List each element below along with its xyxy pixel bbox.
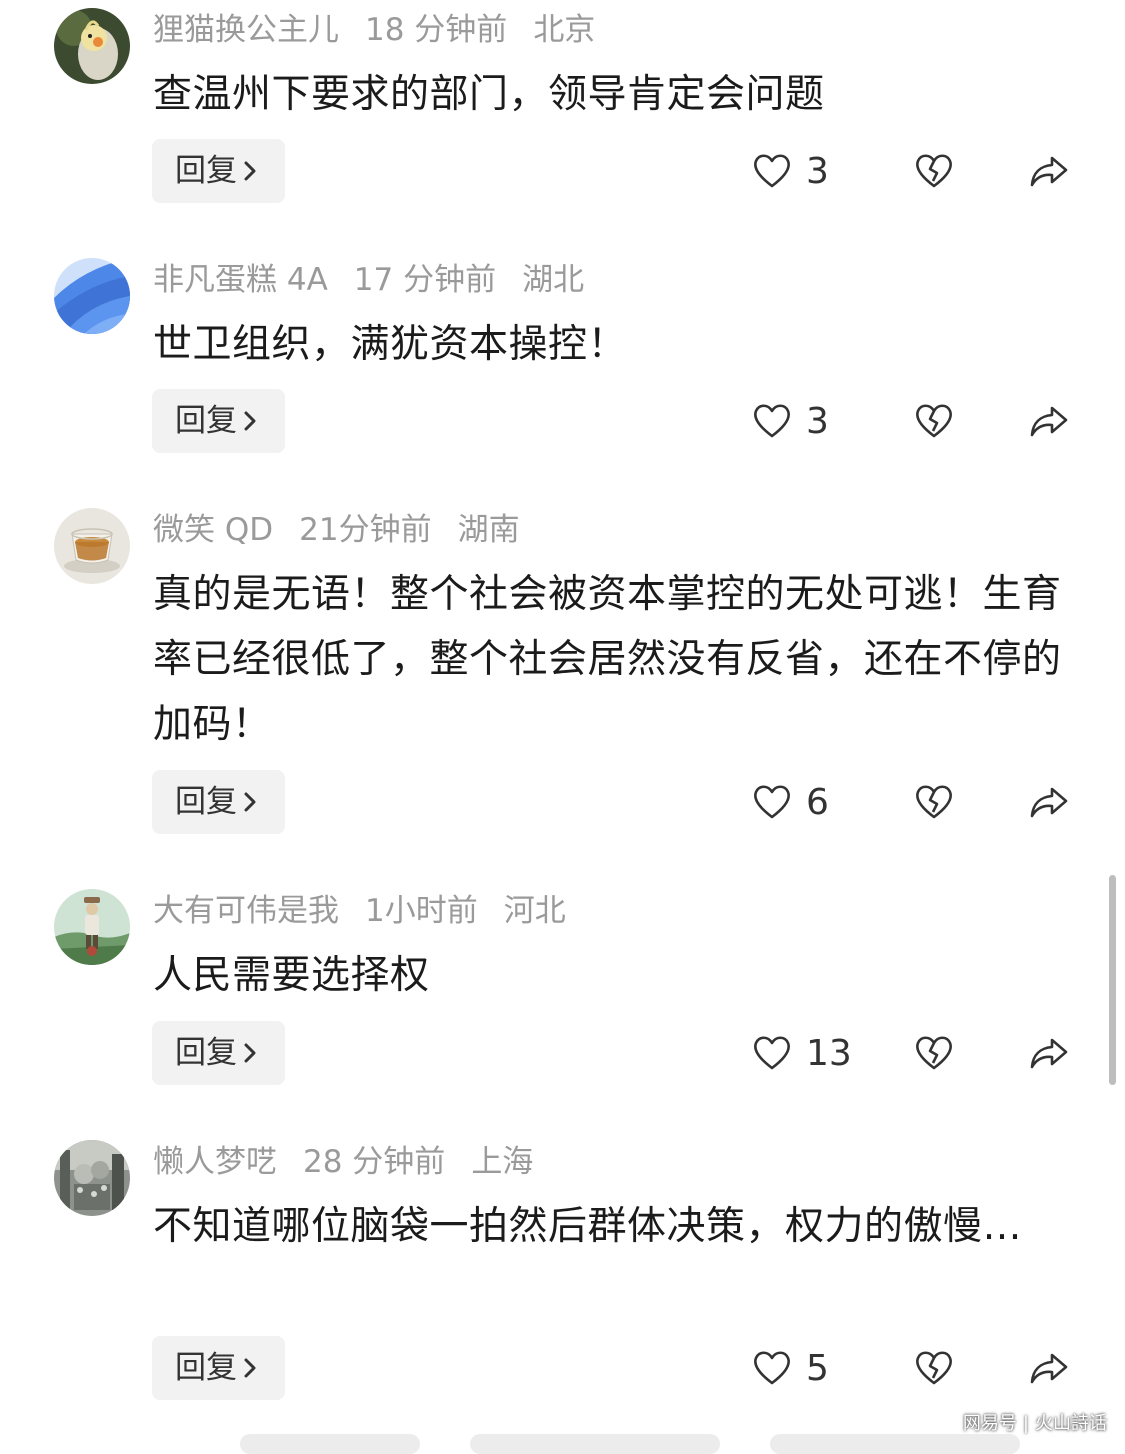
username[interactable]: 狸猫换公主儿 — [153, 12, 339, 48]
broken-heart-icon — [916, 404, 952, 438]
heart-outline-icon — [754, 1036, 790, 1070]
reply-label: 回复 — [175, 784, 237, 820]
heart-outline-icon — [754, 785, 790, 819]
comment-text: 人民需要选择权 — [153, 953, 430, 998]
comment-item: 懒人梦呓 28 分钟前 上海 不知道哪位脑袋一拍然后群体决策，权力的傲慢… 回复 5 — [0, 1132, 1125, 1432]
location: 上海 — [471, 1144, 534, 1180]
reply-button[interactable]: 回复 — [152, 389, 285, 453]
dislike-button[interactable] — [914, 770, 954, 834]
reply-button[interactable]: 回复 — [152, 770, 285, 834]
like-count: 3 — [806, 150, 829, 192]
share-arrow-icon — [1030, 1353, 1068, 1384]
chevron-right-icon — [244, 1358, 256, 1377]
comment-item: 微笑 QD 21分钟前 湖南 真的是无语！整个社会被资本掌控的无处可逃！生育率已经很… — [0, 500, 1125, 860]
location: 河北 — [503, 893, 566, 929]
timestamp: 17 分钟前 — [353, 262, 497, 298]
like-button[interactable]: 6 — [752, 770, 829, 834]
share-arrow-icon — [1030, 1038, 1068, 1069]
comment-text: 查温州下要求的部门，领导肯定会问题 — [153, 72, 825, 117]
bird-avatar-icon — [54, 8, 130, 84]
reply-button[interactable]: 回复 — [152, 1021, 285, 1085]
bottom-chip-row — [0, 1434, 1125, 1454]
share-arrow-icon — [1030, 787, 1068, 818]
chevron-right-icon — [244, 161, 256, 180]
heart-outline-icon — [754, 404, 790, 438]
share-button[interactable] — [1028, 770, 1070, 834]
username[interactable]: 懒人梦呓 — [153, 1144, 277, 1180]
comment-text: 真的是无语！整个社会被资本掌控的无处可逃！生育率已经很低了，整个社会居然没有反省… — [153, 572, 1062, 747]
like-count: 3 — [806, 400, 829, 442]
username[interactable]: 大有可伟是我 — [153, 893, 339, 929]
timestamp: 21分钟前 — [299, 512, 432, 548]
like-button[interactable]: 13 — [752, 1021, 852, 1085]
reply-label: 回复 — [175, 153, 237, 189]
dislike-button[interactable] — [914, 1021, 954, 1085]
chevron-right-icon — [244, 411, 256, 430]
comment-item: 狸猫换公主儿 18 分钟前 北京 查温州下要求的部门，领导肯定会问题 回复 3 — [0, 0, 1125, 230]
share-arrow-icon — [1030, 406, 1068, 437]
like-button[interactable]: 3 — [752, 139, 829, 203]
watermark-separator: | — [1022, 1413, 1029, 1434]
share-button[interactable] — [1028, 1021, 1070, 1085]
share-arrow-icon — [1030, 156, 1068, 187]
reply-button[interactable]: 回复 — [152, 1336, 285, 1400]
tea-cup-avatar-icon — [54, 508, 130, 584]
avatar[interactable] — [54, 889, 130, 965]
comment-item: 非凡蛋糕 4A 17 分钟前 湖北 世卫组织，满犹资本操控！ 回复 3 — [0, 250, 1125, 480]
location: 湖北 — [522, 262, 585, 298]
location: 湖南 — [457, 512, 520, 548]
share-button[interactable] — [1028, 1336, 1070, 1400]
comment-meta: 非凡蛋糕 4A 17 分钟前 湖北 — [153, 258, 610, 302]
heart-outline-icon — [754, 154, 790, 188]
avatar[interactable] — [54, 258, 130, 334]
location: 北京 — [533, 12, 596, 48]
bottom-chip[interactable] — [470, 1434, 720, 1454]
broken-heart-icon — [916, 154, 952, 188]
bottom-chip[interactable] — [240, 1434, 420, 1454]
timestamp: 18 分钟前 — [365, 12, 508, 48]
person-garden-avatar-icon — [54, 889, 130, 965]
street-photo-avatar-icon — [54, 1140, 130, 1216]
bottom-chip[interactable] — [770, 1434, 1020, 1454]
like-count: 5 — [806, 1347, 829, 1389]
broken-heart-icon — [916, 1036, 952, 1070]
comment-text: 世卫组织，满犹资本操控！ — [153, 322, 628, 367]
comment-meta: 微笑 QD 21分钟前 湖南 — [153, 508, 546, 552]
scrollbar[interactable] — [1109, 875, 1116, 1085]
watermark: 网易号 | 火山詩话 — [963, 1409, 1107, 1435]
avatar[interactable] — [54, 508, 130, 584]
dislike-button[interactable] — [914, 139, 954, 203]
comment-text: 不知道哪位脑袋一拍然后群体决策，权力的傲慢… — [153, 1204, 1023, 1249]
comment-item: 大有可伟是我 1小时前 河北 人民需要选择权 回复 13 — [0, 881, 1125, 1111]
reply-label: 回复 — [175, 1035, 237, 1071]
like-count: 6 — [806, 781, 829, 823]
avatar[interactable] — [54, 1140, 130, 1216]
blue-waves-avatar-icon — [54, 258, 130, 334]
comment-meta: 大有可伟是我 1小时前 河北 — [153, 889, 592, 933]
share-button[interactable] — [1028, 139, 1070, 203]
comment-meta: 狸猫换公主儿 18 分钟前 北京 — [153, 8, 621, 52]
like-count: 13 — [806, 1032, 852, 1074]
like-button[interactable]: 5 — [752, 1336, 829, 1400]
broken-heart-icon — [916, 785, 952, 819]
like-button[interactable]: 3 — [752, 389, 829, 453]
reply-button[interactable]: 回复 — [152, 139, 285, 203]
reply-label: 回复 — [175, 1350, 237, 1386]
username[interactable]: 非凡蛋糕 4A — [153, 262, 328, 298]
avatar[interactable] — [54, 8, 130, 84]
comment-meta: 懒人梦呓 28 分钟前 上海 — [153, 1140, 559, 1184]
heart-outline-icon — [754, 1351, 790, 1385]
timestamp: 28 分钟前 — [303, 1144, 446, 1180]
share-button[interactable] — [1028, 389, 1070, 453]
watermark-left: 网易号 — [962, 1413, 1017, 1434]
dislike-button[interactable] — [914, 389, 954, 453]
dislike-button[interactable] — [914, 1336, 954, 1400]
watermark-right: 火山詩话 — [1035, 1413, 1107, 1434]
username[interactable]: 微笑 QD — [153, 512, 273, 548]
reply-label: 回复 — [175, 403, 237, 439]
chevron-right-icon — [244, 1043, 256, 1062]
timestamp: 1小时前 — [365, 893, 478, 929]
broken-heart-icon — [916, 1351, 952, 1385]
chevron-right-icon — [244, 792, 256, 811]
